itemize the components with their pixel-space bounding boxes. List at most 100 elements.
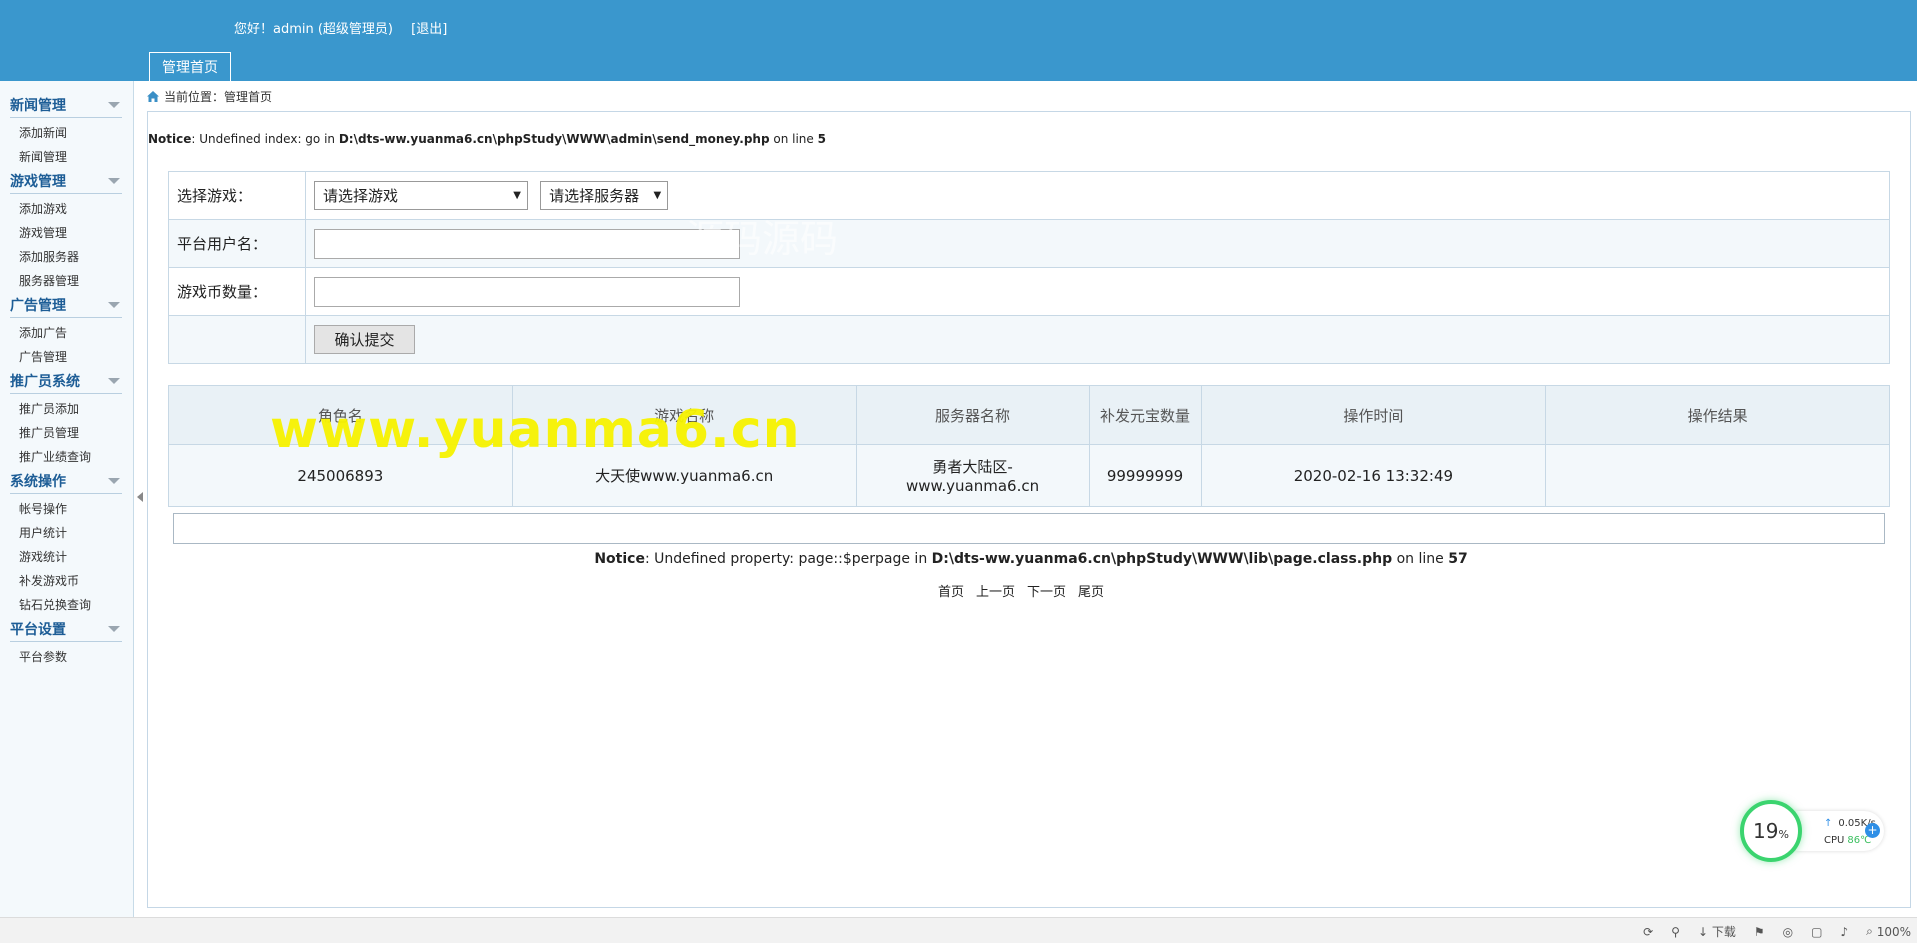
sidebar-group-label: 平台设置	[10, 622, 66, 638]
pager-next[interactable]: 下一页	[1027, 581, 1066, 600]
sidebar-item-platform-params[interactable]: 平台参数	[10, 645, 122, 669]
collapse-triangle-icon	[108, 178, 120, 184]
sidebar-item-promoter-performance[interactable]: 推广业绩查询	[10, 445, 122, 469]
zoom-level: 100%	[1876, 924, 1911, 939]
username-label: 平台用户名：	[168, 219, 306, 268]
col-result: 操作结果	[1545, 385, 1890, 445]
sidebar-group-title[interactable]: 平台设置	[10, 617, 122, 642]
sidebar-group-system: 系统操作 帐号操作 用户统计 游戏统计 补发游戏币 钻石兑换查询	[10, 469, 122, 617]
browser-icon[interactable]: ◎	[1783, 925, 1793, 939]
sidebar-group-label: 广告管理	[10, 298, 66, 314]
cell-time: 2020-02-16 13:32:49	[1200, 444, 1547, 507]
dropdown-arrow-icon: ▼	[513, 190, 521, 201]
sidebar-group-news: 新闻管理 添加新闻 新闻管理	[10, 93, 122, 169]
sidebar-item-add-promoter[interactable]: 推广员添加	[10, 397, 122, 421]
sidebar-item-server-manage[interactable]: 服务器管理	[10, 269, 122, 293]
collapse-triangle-icon	[108, 102, 120, 108]
pagination: 首页 上一页 下一页 尾页	[938, 581, 1104, 600]
download-label: 下载	[1711, 925, 1736, 939]
plus-icon[interactable]: +	[1865, 823, 1880, 838]
zoom-icon: ⌕	[1866, 924, 1873, 938]
cpu-percent: 19	[1753, 819, 1779, 843]
flag-icon[interactable]: ⚑	[1754, 925, 1765, 939]
col-amount: 补发元宝数量	[1088, 385, 1202, 445]
notice-path: D:\dts-ww.yuanma6.cn\phpStudy\WWW\admin\…	[338, 132, 770, 146]
sidebar-item-ad-manage[interactable]: 广告管理	[10, 345, 122, 369]
sidebar-item-add-ad[interactable]: 添加广告	[10, 321, 122, 345]
username-input[interactable]	[314, 228, 740, 259]
sidebar-item-add-server[interactable]: 添加服务器	[10, 245, 122, 269]
notice-path: D:\dts-ww.yuanma6.cn\phpStudy\WWW\lib\pa…	[931, 551, 1393, 567]
user-greeting: 您好！admin (超级管理员) [退出]	[234, 18, 447, 37]
sidebar-group-title[interactable]: 新闻管理	[10, 93, 122, 118]
notice-label: Notice	[148, 132, 192, 146]
sidebar-item-news-manage[interactable]: 新闻管理	[10, 145, 122, 169]
notice-label: Notice	[594, 551, 645, 567]
volume-icon[interactable]: ♪	[1840, 925, 1848, 939]
empty-label-cell	[168, 315, 306, 364]
sidebar-group-label: 系统操作	[10, 474, 66, 490]
sidebar-item-reissue-coins[interactable]: 补发游戏币	[10, 569, 122, 593]
pager-prev[interactable]: 上一页	[976, 581, 1015, 600]
sidebar-group-label: 游戏管理	[10, 174, 66, 190]
pager-first[interactable]: 首页	[938, 581, 964, 600]
collapse-triangle-icon	[108, 626, 120, 632]
collapse-triangle-icon	[108, 302, 120, 308]
cell-amount: 99999999	[1088, 444, 1202, 507]
download-icon: ↓	[1697, 924, 1709, 939]
cpu-usage-ring: 19%	[1740, 800, 1802, 862]
server-select[interactable]: 请选择服务器 ▼	[540, 181, 669, 210]
sidebar-item-add-game[interactable]: 添加游戏	[10, 197, 122, 221]
faint-watermark: 源码源码	[686, 217, 839, 261]
submit-button[interactable]: 确认提交	[314, 325, 415, 354]
sidebar-item-diamond-exchange[interactable]: 钻石兑换查询	[10, 593, 122, 617]
col-time: 操作时间	[1200, 385, 1547, 445]
status-bar-tools: ⟳ ⚲ ↓ 下载 ⚑ ◎ ▢ ♪ ⌕ 100%	[1643, 923, 1911, 940]
cpu-info-panel: ↑ 0.05K/s CPU 86℃ +	[1796, 811, 1884, 851]
notice-text-line: on line	[769, 132, 818, 146]
notice-line-number: 5	[817, 132, 826, 146]
tab-home[interactable]: 管理首页	[149, 52, 231, 81]
sidebar-collapse-arrow-icon[interactable]	[137, 492, 143, 502]
cpu-monitor-widget[interactable]: ↑ 0.05K/s CPU 86℃ + 19%	[1740, 800, 1888, 862]
notice-text-line: on line	[1392, 551, 1449, 567]
collapse-triangle-icon	[108, 478, 120, 484]
sidebar-group-game: 游戏管理 添加游戏 游戏管理 添加服务器 服务器管理	[10, 169, 122, 293]
sidebar-group-label: 推广员系统	[10, 374, 80, 390]
pin-icon[interactable]: ⚲	[1671, 925, 1680, 939]
download-button[interactable]: ↓ 下载	[1698, 923, 1736, 940]
cpu-label: CPU	[1824, 835, 1845, 846]
dropdown-arrow-icon: ▼	[653, 190, 662, 201]
sidebar-group-title[interactable]: 系统操作	[10, 469, 122, 494]
collapse-triangle-icon	[108, 378, 120, 384]
sidebar-item-account-ops[interactable]: 帐号操作	[10, 497, 122, 521]
window-icon[interactable]: ▢	[1811, 925, 1822, 939]
server-select-value: 请选择服务器	[549, 187, 640, 205]
sidebar: 新闻管理 添加新闻 新闻管理 游戏管理 添加游戏 游戏管理 添加服务器 服务器管…	[0, 81, 134, 917]
notice-text: : Undefined index: go in	[191, 132, 339, 146]
pager-last[interactable]: 尾页	[1078, 581, 1104, 600]
php-notice-bottom: Notice: Undefined property: page::$perpa…	[0, 551, 1917, 567]
game-label: 选择游戏：	[168, 171, 306, 220]
coins-label: 游戏币数量：	[168, 267, 306, 316]
upload-arrow-icon: ↑	[1824, 818, 1833, 829]
top-header: 您好！admin (超级管理员) [退出] 管理首页	[0, 0, 1917, 81]
sidebar-item-add-news[interactable]: 添加新闻	[10, 121, 122, 145]
sidebar-item-promoter-manage[interactable]: 推广员管理	[10, 421, 122, 445]
sidebar-item-game-manage[interactable]: 游戏管理	[10, 221, 122, 245]
sidebar-group-title[interactable]: 推广员系统	[10, 369, 122, 394]
reissue-form: 选择游戏： 请选择游戏 ▼ 请选择服务器 ▼ 平台用户名： 游戏币数量： 确认提…	[168, 171, 1890, 364]
sidebar-group-title[interactable]: 游戏管理	[10, 169, 122, 194]
game-select[interactable]: 请选择游戏 ▼	[314, 181, 528, 210]
zoom-control[interactable]: ⌕ 100%	[1866, 924, 1911, 939]
col-server-name: 服务器名称	[855, 385, 1090, 445]
coins-input[interactable]	[314, 276, 740, 307]
sidebar-item-user-stats[interactable]: 用户统计	[10, 521, 122, 545]
pagination-container	[173, 513, 1885, 544]
sidebar-group-title[interactable]: 广告管理	[10, 293, 122, 318]
cell-server-name: 勇者大陆区-www.yuanma6.cn	[855, 444, 1090, 507]
sidebar-group-promoter: 推广员系统 推广员添加 推广员管理 推广业绩查询	[10, 369, 122, 469]
refresh-icon[interactable]: ⟳	[1643, 925, 1653, 939]
cpu-percent-unit: %	[1778, 827, 1789, 841]
logout-link[interactable]: [退出]	[411, 22, 447, 37]
